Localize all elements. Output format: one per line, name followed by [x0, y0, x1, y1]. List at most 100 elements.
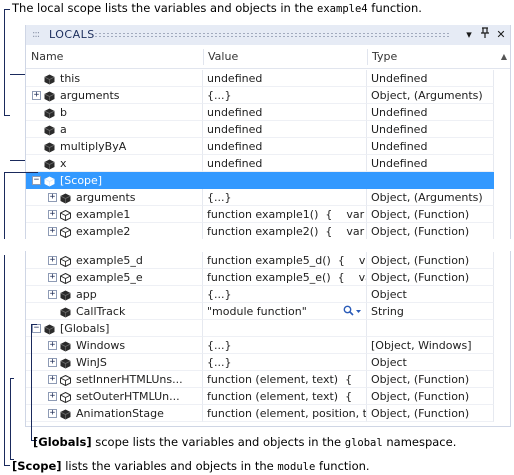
close-icon[interactable]: ✕ — [494, 27, 508, 43]
name-cell[interactable]: + setInnerHTMLUns... — [26, 371, 203, 388]
value-cell[interactable]: "module function" — [203, 303, 367, 320]
value-cell[interactable]: function (element, text) { — [203, 388, 367, 405]
name-cell[interactable]: + arguments — [26, 189, 203, 206]
dropdown-icon[interactable]: ▾ — [462, 27, 476, 43]
value-cell[interactable]: function example5_d() { var — [203, 252, 367, 269]
collapse-icon[interactable]: − — [32, 176, 41, 185]
name-cell[interactable]: − [Scope] — [26, 172, 203, 189]
type-cell[interactable]: String — [367, 303, 494, 320]
type-cell[interactable]: [Object, Windows] — [367, 337, 494, 354]
name-cell[interactable]: CallTrack — [26, 303, 203, 320]
type-cell[interactable]: Undefined — [367, 104, 494, 121]
value-cell[interactable]: function example5_e() { var — [203, 269, 367, 286]
expand-icon[interactable]: + — [48, 256, 57, 265]
name-cell[interactable]: + arguments — [26, 87, 203, 104]
name-cell[interactable]: + example2 — [26, 223, 203, 239]
type-cell[interactable]: Object, (Function) — [367, 252, 494, 269]
type-cell[interactable]: Undefined — [367, 138, 494, 155]
value-cell[interactable]: function example2() { var — [203, 223, 367, 239]
value-cell[interactable]: {...} — [203, 87, 367, 104]
locals-row[interactable]: + setInnerHTMLUns... function (element, te… — [26, 371, 494, 388]
locals-row[interactable]: CallTrack "module function" String — [26, 303, 494, 320]
name-cell[interactable]: + Windows — [26, 337, 203, 354]
pin-icon[interactable] — [478, 27, 492, 43]
value-cell[interactable]: {...} — [203, 189, 367, 206]
expand-icon[interactable]: + — [48, 273, 57, 282]
expand-icon[interactable]: + — [48, 290, 57, 299]
type-cell[interactable]: Object, (Function) — [367, 269, 494, 286]
type-cell[interactable]: Undefined — [367, 70, 494, 87]
type-cell[interactable] — [367, 320, 494, 337]
type-cell[interactable]: Object, (Function) — [367, 405, 494, 422]
name-cell[interactable]: + app — [26, 286, 203, 303]
type-cell[interactable]: Object, (Function) — [367, 388, 494, 405]
type-cell[interactable]: Object, (Function) — [367, 206, 494, 223]
type-cell[interactable] — [367, 172, 494, 189]
locals-row[interactable]: − [Scope] — [26, 172, 494, 189]
value-cell[interactable]: undefined — [203, 70, 367, 87]
locals-row[interactable]: − [Globals] — [26, 320, 494, 337]
value-cell[interactable]: undefined — [203, 155, 367, 172]
locals-row[interactable]: + arguments {...} Object, (Arguments) — [26, 87, 494, 104]
column-type[interactable]: Type — [367, 45, 397, 69]
expand-icon[interactable]: + — [48, 375, 57, 384]
name-cell[interactable]: this — [26, 70, 203, 87]
value-cell[interactable]: function (element, position, t... — [203, 405, 367, 422]
locals-row[interactable]: + example5_d function example5_d() { var Ob… — [26, 252, 494, 269]
column-value[interactable]: Value — [203, 45, 238, 69]
value-cell[interactable] — [203, 320, 367, 337]
name-cell[interactable]: + AnimationStage — [26, 405, 203, 422]
name-cell[interactable]: a — [26, 121, 203, 138]
type-cell[interactable]: Undefined — [367, 121, 494, 138]
expand-icon[interactable]: + — [48, 341, 57, 350]
name-cell[interactable]: − [Globals] — [26, 320, 203, 337]
locals-row[interactable]: + example1 function example1() { var Object… — [26, 206, 494, 223]
value-cell[interactable]: {...} — [203, 337, 367, 354]
locals-row[interactable]: multiplyByA undefined Undefined — [26, 138, 494, 155]
locals-row[interactable]: b undefined Undefined — [26, 104, 494, 121]
name-cell[interactable]: multiplyByA — [26, 138, 203, 155]
value-cell[interactable]: {...} — [203, 286, 367, 303]
locals-row[interactable]: + arguments {...} Object, (Arguments) — [26, 189, 494, 206]
name-cell[interactable]: + example5_e — [26, 269, 203, 286]
column-name[interactable]: Name — [26, 45, 63, 69]
locals-row[interactable]: + app {...} Object — [26, 286, 494, 303]
locals-row[interactable]: + Windows {...} [Object, Windows] — [26, 337, 494, 354]
value-cell[interactable]: function example1() { var — [203, 206, 367, 223]
locals-row[interactable]: this undefined Undefined — [26, 70, 494, 87]
locals-row[interactable]: + AnimationStage function (element, positi… — [26, 405, 494, 422]
type-cell[interactable]: Undefined — [367, 155, 494, 172]
type-cell[interactable]: Object — [367, 354, 494, 371]
expand-icon[interactable]: + — [48, 392, 57, 401]
name-cell[interactable]: + example5_d — [26, 252, 203, 269]
name-cell[interactable]: + setOuterHTMLUn... — [26, 388, 203, 405]
locals-row[interactable]: + WinJS {...} Object — [26, 354, 494, 371]
locals-row[interactable]: + example5_e function example5_e() { var Ob… — [26, 269, 494, 286]
expand-icon[interactable]: + — [32, 91, 41, 100]
expand-icon[interactable]: + — [48, 227, 57, 236]
expand-icon[interactable]: + — [48, 210, 57, 219]
magnifier-icon[interactable] — [343, 305, 361, 317]
value-cell[interactable] — [203, 172, 367, 189]
value-cell[interactable]: undefined — [203, 138, 367, 155]
scroll-up-icon[interactable]: ▲ — [501, 52, 507, 61]
value-cell[interactable]: function (element, text) { — [203, 371, 367, 388]
type-cell[interactable]: Object, (Function) — [367, 223, 494, 239]
value-cell[interactable]: undefined — [203, 104, 367, 121]
locals-row[interactable]: x undefined Undefined — [26, 155, 494, 172]
type-cell[interactable]: Object, (Function) — [367, 371, 494, 388]
name-cell[interactable]: + example1 — [26, 206, 203, 223]
locals-titlebar[interactable]: ::: LOCALS ▾ ✕ — [26, 25, 510, 45]
value-cell[interactable]: {...} — [203, 354, 367, 371]
drag-grip-icon[interactable]: ::: — [32, 25, 40, 45]
name-cell[interactable]: + WinJS — [26, 354, 203, 371]
titlebar-grip[interactable] — [94, 32, 450, 38]
value-cell[interactable]: undefined — [203, 121, 367, 138]
locals-row[interactable]: + example2 function example2() { var Object… — [26, 223, 494, 239]
type-cell[interactable]: Object — [367, 286, 494, 303]
locals-row[interactable]: + setOuterHTMLUn... function (element, tex… — [26, 388, 494, 405]
expand-icon[interactable]: + — [48, 193, 57, 202]
type-cell[interactable]: Object, (Arguments) — [367, 189, 494, 206]
name-cell[interactable]: b — [26, 104, 203, 121]
expand-icon[interactable]: + — [48, 358, 57, 367]
